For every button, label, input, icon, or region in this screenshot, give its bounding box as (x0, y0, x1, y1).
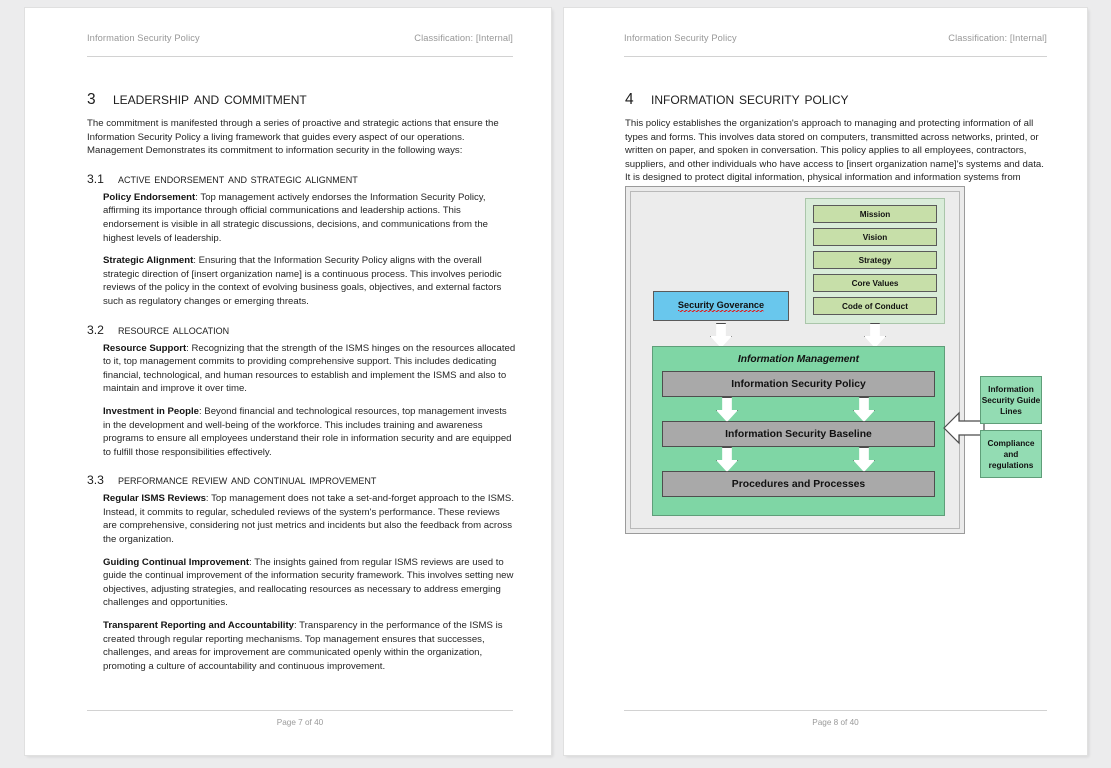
box-information-security-guide-lines[interactable]: Information Security Guide Lines (980, 376, 1042, 424)
header-title: Information Security Policy (87, 33, 200, 43)
document-viewport: Information Security Policy Classificati… (0, 0, 1111, 768)
paragraph-runin: Investment in People (103, 405, 199, 417)
heading-number: 3.2 (87, 322, 104, 337)
page-body: 4 Information Security Policy This polic… (625, 78, 1050, 201)
box-label: Security Goverance (677, 300, 765, 312)
heading-number: 3.1 (87, 171, 104, 186)
heading-number: 3 (87, 91, 96, 108)
page-footer-7: Page 7 of 40 (276, 718, 324, 727)
paragraph-runin: Transparent Reporting and Accountability (103, 620, 295, 632)
arrow-row (662, 397, 935, 422)
heading-text: Active Endorsement and Strategic Alignme… (118, 170, 358, 186)
document-page-8[interactable]: Information Security Policy Classificati… (564, 8, 1087, 755)
header-classification: Classification: [Internal] (948, 33, 1047, 43)
subsection-3-2-body: Resource Support: Recognizing that the s… (103, 342, 516, 460)
paragraph-runin: Guiding Continual Improvement (103, 556, 250, 568)
box-compliance-and-regulations[interactable]: Compliance and regulations (980, 430, 1042, 478)
box-procedures-and-processes[interactable]: Procedures and Processes (662, 471, 935, 497)
section-3-intro: The commitment is manifested through a s… (87, 118, 499, 157)
paragraph: Guiding Continual Improvement: The insig… (103, 556, 516, 610)
heading-text: Information Security Policy (651, 88, 849, 108)
group-organizational-values: Mission Vision Strategy Core Values Code… (805, 198, 945, 324)
heading-number: 3.3 (87, 473, 104, 488)
page-header: Information Security Policy Classificati… (87, 33, 513, 43)
paragraph: Strategic Alignment: Ensuring that the I… (103, 254, 516, 308)
box-information-security-policy[interactable]: Information Security Policy (662, 371, 935, 397)
footer-rule (624, 710, 1047, 711)
footer-rule (87, 710, 513, 711)
header-title: Information Security Policy (624, 33, 737, 43)
page-header: Information Security Policy Classificati… (624, 33, 1047, 43)
page-body: 3 Leadership and Commitment The commitme… (87, 78, 516, 682)
box-code-of-conduct[interactable]: Code of Conduct (813, 297, 937, 315)
box-mission[interactable]: Mission (813, 205, 937, 223)
arrow-row (662, 447, 935, 472)
heading-text: Resource Allocation (118, 321, 230, 337)
box-core-values[interactable]: Core Values (813, 274, 937, 292)
heading-section-3-2: 3.2 Resource Allocation (87, 322, 516, 337)
heading-section-3-3: 3.3 Performance Review and Continual Imp… (87, 472, 516, 487)
box-information-security-baseline[interactable]: Information Security Baseline (662, 421, 935, 447)
group-information-management: Information Management Information Secur… (652, 346, 945, 516)
page-footer-8: Page 8 of 40 (812, 718, 859, 727)
paragraph: Transparent Reporting and Accountability… (103, 619, 516, 673)
subsection-3-3-body: Regular ISMS Reviews: Top management doe… (103, 492, 516, 673)
arrow-down-icon (853, 447, 875, 472)
heading-number: 4 (625, 91, 634, 108)
heading-section-3: 3 Leadership and Commitment (87, 88, 516, 109)
paragraph: Policy Endorsement: Top management activ… (103, 191, 516, 245)
security-framework-diagram[interactable]: Security Goverance Mission Vision Strate… (625, 186, 1045, 536)
heading-section-3-1: 3.1 Active Endorsement and Strategic Ali… (87, 171, 516, 186)
box-vision[interactable]: Vision (813, 228, 937, 246)
group-title: Information Management (737, 354, 860, 365)
document-page-7[interactable]: Information Security Policy Classificati… (25, 8, 551, 755)
paragraph: Investment in People: Beyond financial a… (103, 405, 516, 459)
paragraph: Resource Support: Recognizing that the s… (103, 342, 516, 396)
arrow-down-icon (716, 397, 738, 422)
paragraph-runin: Regular ISMS Reviews (103, 493, 206, 505)
header-rule (87, 56, 513, 57)
arrow-down-icon (853, 397, 875, 422)
arrow-left-icon (943, 411, 985, 445)
arrow-down-icon (716, 447, 738, 472)
paragraph-runin: Resource Support (103, 342, 187, 354)
paragraph-runin: Strategic Alignment (103, 255, 194, 267)
paragraph-runin: Policy Endorsement (103, 191, 196, 203)
heading-text: Leadership and Commitment (113, 88, 307, 108)
header-classification: Classification: [Internal] (414, 33, 513, 43)
header-rule (624, 56, 1047, 57)
heading-text: Performance Review and Continual Improve… (118, 472, 377, 488)
paragraph: Regular ISMS Reviews: Top management doe… (103, 492, 516, 546)
box-strategy[interactable]: Strategy (813, 251, 937, 269)
heading-section-4: 4 Information Security Policy (625, 88, 1050, 109)
box-security-governance[interactable]: Security Goverance (653, 291, 789, 321)
subsection-3-1-body: Policy Endorsement: Top management activ… (103, 191, 516, 309)
